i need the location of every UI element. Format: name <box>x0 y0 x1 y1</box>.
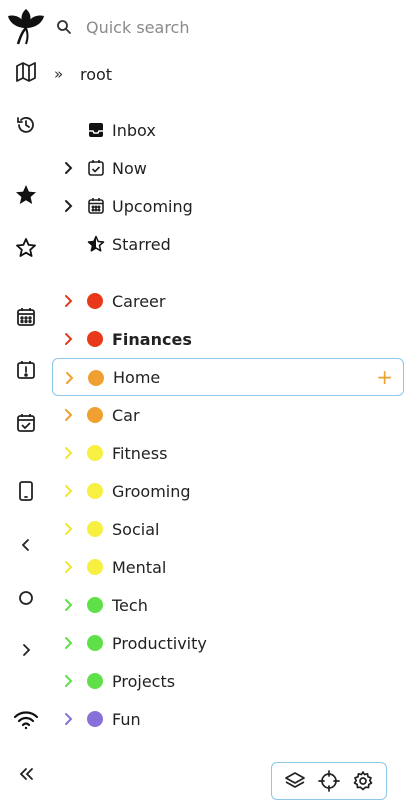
tree-item-social[interactable]: Social <box>52 510 404 548</box>
tree-item-mental[interactable]: Mental <box>52 548 404 586</box>
forward-icon[interactable] <box>0 632 52 668</box>
tree-item-label: Productivity <box>112 633 207 653</box>
tree-item-projects[interactable]: Projects <box>52 662 404 700</box>
star-filled-icon[interactable] <box>0 177 52 213</box>
color-dot <box>87 521 103 537</box>
tree-item-label: Tech <box>112 595 148 615</box>
tree-item-label: Now <box>112 158 147 178</box>
tree-item-label: Starred <box>112 234 171 254</box>
tree-item-home[interactable]: Home + <box>52 358 404 396</box>
quick-search <box>52 8 402 46</box>
tree-item-productivity[interactable]: Productivity <box>52 624 404 662</box>
expand-chevron-icon[interactable] <box>62 407 76 423</box>
star-outline-icon[interactable] <box>0 230 52 266</box>
expand-chevron-icon[interactable] <box>62 483 76 499</box>
expand-chevron-icon[interactable] <box>62 559 76 575</box>
tree-item-label: Inbox <box>112 120 156 140</box>
tree-item-starred[interactable]: Starred <box>52 225 404 263</box>
tree-item-label: Social <box>112 519 160 539</box>
color-dot <box>87 635 103 651</box>
mobile-icon[interactable] <box>0 473 52 509</box>
calendar-icon <box>87 197 105 215</box>
star-half-icon <box>87 235 105 253</box>
color-dot <box>87 597 103 613</box>
breadcrumb-root[interactable]: root <box>80 65 112 84</box>
collapse-icon[interactable] <box>0 756 52 792</box>
tree-item-tech[interactable]: Tech <box>52 586 404 624</box>
tree-item-label: Grooming <box>112 481 191 501</box>
gear-icon[interactable] <box>349 767 377 795</box>
bottom-toolbar <box>271 762 387 800</box>
logo-icon[interactable] <box>0 8 52 46</box>
target-icon[interactable] <box>315 767 343 795</box>
tree-item-grooming[interactable]: Grooming <box>52 472 404 510</box>
expand-chevron-icon[interactable] <box>62 160 76 176</box>
color-dot <box>88 370 104 386</box>
color-dot <box>87 293 103 309</box>
tree-item-car[interactable]: Car <box>52 396 404 434</box>
expand-chevron-icon[interactable] <box>62 521 76 537</box>
tree-item-fitness[interactable]: Fitness <box>52 434 404 472</box>
back-icon[interactable] <box>0 527 52 563</box>
tree-item-label: Projects <box>112 671 176 691</box>
breadcrumb[interactable]: » root <box>52 60 112 88</box>
expand-chevron-icon[interactable] <box>63 370 77 386</box>
tree-item-label: Fun <box>112 709 141 729</box>
tree-item-label: Fitness <box>112 443 168 463</box>
calendar-check-icon[interactable] <box>0 405 52 441</box>
color-dot <box>87 559 103 575</box>
map-icon[interactable] <box>0 54 52 90</box>
tree-item-label: Car <box>112 405 140 425</box>
color-dot <box>87 331 103 347</box>
color-dot <box>87 711 103 727</box>
expand-chevron-icon[interactable] <box>62 635 76 651</box>
color-dot <box>87 407 103 423</box>
expand-chevron-icon[interactable] <box>62 445 76 461</box>
tree-item-now[interactable]: Now <box>52 149 404 187</box>
tree-item-career[interactable]: Career <box>52 282 404 320</box>
color-dot <box>87 673 103 689</box>
color-dot <box>87 483 103 499</box>
search-icon <box>54 17 74 37</box>
tree-item-finances[interactable]: Finances <box>52 320 404 358</box>
tree-item-label: Mental <box>112 557 167 577</box>
tree-item-label: Upcoming <box>112 196 193 216</box>
wifi-icon[interactable] <box>0 702 52 738</box>
expand-chevron-icon[interactable] <box>62 711 76 727</box>
expand-chevron-icon[interactable] <box>62 597 76 613</box>
alert-calendar-icon[interactable] <box>0 352 52 388</box>
layers-icon[interactable] <box>281 767 309 795</box>
tree-item-fun[interactable]: Fun <box>52 700 404 738</box>
expand-chevron-icon[interactable] <box>62 198 76 214</box>
expand-chevron-icon[interactable] <box>62 673 76 689</box>
tree-item-label: Career <box>112 291 166 311</box>
add-child-button[interactable]: + <box>376 367 393 387</box>
home-circle-icon[interactable] <box>0 580 52 616</box>
double-chevron-icon: » <box>54 65 64 83</box>
calendar-icon[interactable] <box>0 299 52 335</box>
tree-item-label: Home <box>113 367 161 387</box>
calendar-check-icon <box>87 159 105 177</box>
history-icon[interactable] <box>0 107 52 143</box>
tree-item-upcoming[interactable]: Upcoming <box>52 187 404 225</box>
expand-chevron-icon[interactable] <box>62 293 76 309</box>
inbox-icon <box>87 121 105 139</box>
color-dot <box>87 445 103 461</box>
tree-item-inbox[interactable]: Inbox <box>52 111 404 149</box>
tree-item-label: Finances <box>112 329 192 349</box>
left-rail <box>0 0 52 800</box>
expand-chevron-icon[interactable] <box>62 331 76 347</box>
search-input[interactable] <box>86 17 366 37</box>
